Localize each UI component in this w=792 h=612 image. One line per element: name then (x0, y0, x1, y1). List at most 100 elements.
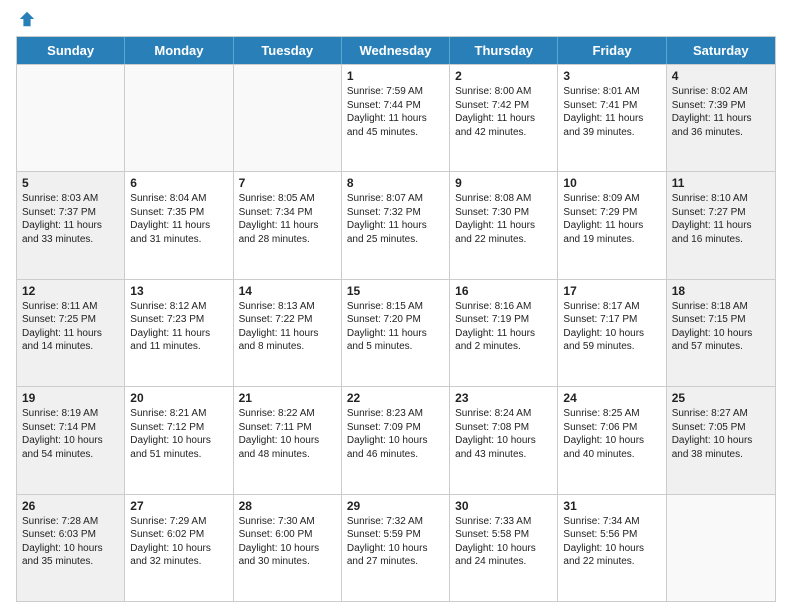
day-number: 4 (672, 69, 770, 83)
cell-info: Sunrise: 8:25 AM Sunset: 7:06 PM Dayligh… (563, 407, 660, 461)
calendar-cell (125, 65, 233, 171)
day-number: 16 (455, 284, 552, 298)
calendar-cell: 5 Sunrise: 8:03 AM Sunset: 7:37 PM Daylig… (17, 172, 125, 278)
day-number: 29 (347, 499, 444, 513)
cell-info: Sunrise: 7:32 AM Sunset: 5:59 PM Dayligh… (347, 515, 444, 569)
calendar-row-1: 5 Sunrise: 8:03 AM Sunset: 7:37 PM Daylig… (17, 171, 775, 278)
day-of-week-friday: Friday (558, 37, 666, 64)
calendar-cell: 18 Sunrise: 8:18 AM Sunset: 7:15 PM Dayli… (667, 280, 775, 386)
day-number: 12 (22, 284, 119, 298)
day-number: 31 (563, 499, 660, 513)
calendar-cell: 1 Sunrise: 7:59 AM Sunset: 7:44 PM Daylig… (342, 65, 450, 171)
day-number: 5 (22, 176, 119, 190)
cell-info: Sunrise: 8:08 AM Sunset: 7:30 PM Dayligh… (455, 192, 552, 246)
calendar-cell: 7 Sunrise: 8:05 AM Sunset: 7:34 PM Daylig… (234, 172, 342, 278)
calendar-cell: 24 Sunrise: 8:25 AM Sunset: 7:06 PM Dayli… (558, 387, 666, 493)
cell-info: Sunrise: 8:09 AM Sunset: 7:29 PM Dayligh… (563, 192, 660, 246)
calendar-cell (234, 65, 342, 171)
calendar-cell: 14 Sunrise: 8:13 AM Sunset: 7:22 PM Dayli… (234, 280, 342, 386)
page: SundayMondayTuesdayWednesdayThursdayFrid… (0, 0, 792, 612)
calendar-cell: 11Sunrise: 8:10 AM Sunset: 7:27 PM Dayli… (667, 172, 775, 278)
cell-info: Sunrise: 7:33 AM Sunset: 5:58 PM Dayligh… (455, 515, 552, 569)
day-number: 21 (239, 391, 336, 405)
calendar-cell: 12 Sunrise: 8:11 AM Sunset: 7:25 PM Dayli… (17, 280, 125, 386)
calendar-row-4: 26 Sunrise: 7:28 AM Sunset: 6:03 PM Dayli… (17, 494, 775, 601)
calendar-cell: 10 Sunrise: 8:09 AM Sunset: 7:29 PM Dayli… (558, 172, 666, 278)
day-number: 18 (672, 284, 770, 298)
cell-info: Sunrise: 8:02 AM Sunset: 7:39 PM Dayligh… (672, 85, 770, 139)
calendar-row-2: 12 Sunrise: 8:11 AM Sunset: 7:25 PM Dayli… (17, 279, 775, 386)
calendar-cell: 19Sunrise: 8:19 AM Sunset: 7:14 PM Dayli… (17, 387, 125, 493)
calendar-cell: 21 Sunrise: 8:22 AM Sunset: 7:11 PM Dayli… (234, 387, 342, 493)
cell-info: Sunrise: 7:28 AM Sunset: 6:03 PM Dayligh… (22, 515, 119, 569)
day-number: 27 (130, 499, 227, 513)
cell-info: Sunrise: 8:00 AM Sunset: 7:42 PM Dayligh… (455, 85, 552, 139)
logo (16, 10, 36, 30)
day-of-week-thursday: Thursday (450, 37, 558, 64)
cell-info: Sunrise: 8:11 AM Sunset: 7:25 PM Dayligh… (22, 300, 119, 354)
day-number: 30 (455, 499, 552, 513)
calendar-cell: 27 Sunrise: 7:29 AM Sunset: 6:02 PM Dayli… (125, 495, 233, 601)
calendar-row-3: 19Sunrise: 8:19 AM Sunset: 7:14 PM Dayli… (17, 386, 775, 493)
cell-info: Sunrise: 7:30 AM Sunset: 6:00 PM Dayligh… (239, 515, 336, 569)
cell-info: Sunrise: 8:22 AM Sunset: 7:11 PM Dayligh… (239, 407, 336, 461)
cell-info: Sunrise: 8:07 AM Sunset: 7:32 PM Dayligh… (347, 192, 444, 246)
day-number: 9 (455, 176, 552, 190)
cell-info: Sunrise: 8:03 AM Sunset: 7:37 PM Dayligh… (22, 192, 119, 246)
calendar-cell: 4 Sunrise: 8:02 AM Sunset: 7:39 PM Daylig… (667, 65, 775, 171)
day-number: 10 (563, 176, 660, 190)
day-number: 8 (347, 176, 444, 190)
calendar-cell: 25Sunrise: 8:27 AM Sunset: 7:05 PM Dayli… (667, 387, 775, 493)
cell-info: Sunrise: 8:10 AM Sunset: 7:27 PM Dayligh… (672, 192, 770, 246)
cell-info: Sunrise: 7:29 AM Sunset: 6:02 PM Dayligh… (130, 515, 227, 569)
day-number: 24 (563, 391, 660, 405)
day-of-week-wednesday: Wednesday (342, 37, 450, 64)
cell-info: Sunrise: 7:59 AM Sunset: 7:44 PM Dayligh… (347, 85, 444, 139)
calendar-cell (667, 495, 775, 601)
calendar-cell: 16 Sunrise: 8:16 AM Sunset: 7:19 PM Dayli… (450, 280, 558, 386)
cell-info: Sunrise: 8:16 AM Sunset: 7:19 PM Dayligh… (455, 300, 552, 354)
day-number: 25 (672, 391, 770, 405)
cell-info: Sunrise: 8:13 AM Sunset: 7:22 PM Dayligh… (239, 300, 336, 354)
cell-info: Sunrise: 8:01 AM Sunset: 7:41 PM Dayligh… (563, 85, 660, 139)
calendar-header: SundayMondayTuesdayWednesdayThursdayFrid… (17, 37, 775, 64)
day-number: 23 (455, 391, 552, 405)
day-number: 1 (347, 69, 444, 83)
day-number: 2 (455, 69, 552, 83)
day-number: 13 (130, 284, 227, 298)
day-number: 6 (130, 176, 227, 190)
day-of-week-saturday: Saturday (667, 37, 775, 64)
day-of-week-sunday: Sunday (17, 37, 125, 64)
calendar-cell (17, 65, 125, 171)
logo-icon (18, 10, 36, 28)
cell-info: Sunrise: 7:34 AM Sunset: 5:56 PM Dayligh… (563, 515, 660, 569)
calendar-row-0: 1 Sunrise: 7:59 AM Sunset: 7:44 PM Daylig… (17, 64, 775, 171)
calendar-cell: 26 Sunrise: 7:28 AM Sunset: 6:03 PM Dayli… (17, 495, 125, 601)
cell-info: Sunrise: 8:24 AM Sunset: 7:08 PM Dayligh… (455, 407, 552, 461)
calendar-cell: 8 Sunrise: 8:07 AM Sunset: 7:32 PM Daylig… (342, 172, 450, 278)
cell-info: Sunrise: 8:05 AM Sunset: 7:34 PM Dayligh… (239, 192, 336, 246)
cell-info: Sunrise: 8:21 AM Sunset: 7:12 PM Dayligh… (130, 407, 227, 461)
day-number: 7 (239, 176, 336, 190)
cell-info: Sunrise: 8:23 AM Sunset: 7:09 PM Dayligh… (347, 407, 444, 461)
calendar-cell: 30 Sunrise: 7:33 AM Sunset: 5:58 PM Dayli… (450, 495, 558, 601)
day-number: 3 (563, 69, 660, 83)
day-number: 28 (239, 499, 336, 513)
calendar-cell: 31 Sunrise: 7:34 AM Sunset: 5:56 PM Dayli… (558, 495, 666, 601)
calendar-cell: 9 Sunrise: 8:08 AM Sunset: 7:30 PM Daylig… (450, 172, 558, 278)
calendar: SundayMondayTuesdayWednesdayThursdayFrid… (16, 36, 776, 602)
day-number: 14 (239, 284, 336, 298)
cell-info: Sunrise: 8:12 AM Sunset: 7:23 PM Dayligh… (130, 300, 227, 354)
calendar-cell: 13 Sunrise: 8:12 AM Sunset: 7:23 PM Dayli… (125, 280, 233, 386)
calendar-cell: 28 Sunrise: 7:30 AM Sunset: 6:00 PM Dayli… (234, 495, 342, 601)
calendar-cell: 15 Sunrise: 8:15 AM Sunset: 7:20 PM Dayli… (342, 280, 450, 386)
calendar-cell: 17Sunrise: 8:17 AM Sunset: 7:17 PM Dayli… (558, 280, 666, 386)
day-number: 26 (22, 499, 119, 513)
calendar-cell: 29 Sunrise: 7:32 AM Sunset: 5:59 PM Dayli… (342, 495, 450, 601)
cell-info: Sunrise: 8:18 AM Sunset: 7:15 PM Dayligh… (672, 300, 770, 354)
calendar-cell: 3 Sunrise: 8:01 AM Sunset: 7:41 PM Daylig… (558, 65, 666, 171)
cell-info: Sunrise: 8:17 AM Sunset: 7:17 PM Dayligh… (563, 300, 660, 354)
cell-info: Sunrise: 8:15 AM Sunset: 7:20 PM Dayligh… (347, 300, 444, 354)
calendar-cell: 6Sunrise: 8:04 AM Sunset: 7:35 PM Daylig… (125, 172, 233, 278)
day-number: 15 (347, 284, 444, 298)
